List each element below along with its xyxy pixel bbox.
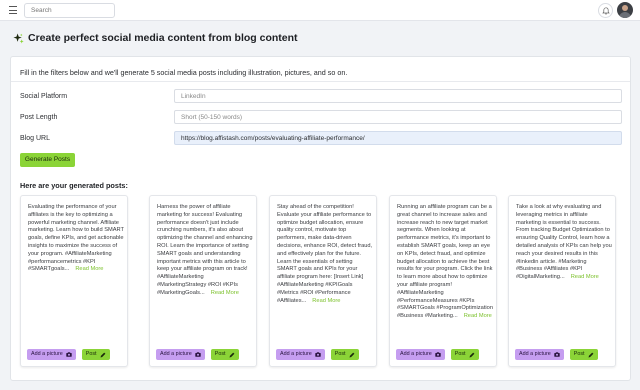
card-actions: Add a picture Post — [156, 349, 239, 360]
card-actions: Add a picture Post — [396, 349, 479, 360]
add-picture-button[interactable]: Add a picture — [515, 349, 564, 360]
url-label: Blog URL — [20, 135, 50, 142]
generator-panel: Fill in the filters below and we'll gene… — [10, 56, 631, 381]
page-title: Create perfect social media content from… — [28, 32, 298, 44]
post-text: Harness the power of affiliate marketing… — [157, 204, 253, 296]
camera-icon — [554, 352, 560, 357]
user-avatar[interactable] — [617, 2, 633, 18]
camera-icon — [66, 352, 72, 357]
add-picture-button[interactable]: Add a picture — [276, 349, 325, 360]
page-heading: Create perfect social media content from… — [13, 32, 298, 44]
notification-bell-button[interactable] — [598, 3, 613, 18]
top-bar — [0, 0, 640, 21]
divider — [11, 81, 630, 82]
pencil-icon — [588, 352, 593, 357]
read-more-link[interactable]: Read More — [211, 290, 239, 296]
post-button[interactable]: Post — [569, 349, 598, 360]
post-card: Stay ahead of the competition! Evaluate … — [269, 195, 377, 367]
post-text: Stay ahead of the competition! Evaluate … — [277, 204, 373, 304]
camera-icon — [315, 352, 321, 357]
search-input[interactable] — [24, 3, 115, 18]
card-actions: Add a picture Post — [276, 349, 359, 360]
post-button[interactable]: Post — [210, 349, 239, 360]
post-card: Running an affiliate program can be a gr… — [389, 195, 497, 367]
platform-label: Social Platform — [20, 93, 68, 100]
read-more-link[interactable]: Read More — [75, 266, 103, 272]
read-more-link[interactable]: Read More — [464, 313, 492, 319]
length-label: Post Length — [20, 114, 58, 121]
post-text: Running an affiliate program can be a gr… — [397, 204, 493, 320]
card-actions: Add a picture Post — [515, 349, 598, 360]
results-title: Here are your generated posts: — [20, 181, 128, 190]
read-more-link[interactable]: Read More — [571, 274, 599, 280]
pencil-icon — [349, 352, 354, 357]
bell-icon — [602, 7, 610, 15]
camera-icon — [195, 352, 201, 357]
add-picture-button[interactable]: Add a picture — [27, 349, 76, 360]
pencil-icon — [469, 352, 474, 357]
sparkle-icon — [13, 32, 24, 43]
generate-posts-button[interactable]: Generate Posts — [20, 153, 75, 167]
post-card: Harness the power of affiliate marketing… — [149, 195, 257, 367]
pencil-icon — [100, 352, 105, 357]
read-more-link[interactable]: Read More — [312, 298, 340, 304]
intro-text: Fill in the filters below and we'll gene… — [20, 68, 348, 77]
length-select[interactable]: Short (50-150 words) — [174, 110, 622, 124]
post-button[interactable]: Post — [450, 349, 479, 360]
pencil-icon — [229, 352, 234, 357]
camera-icon — [435, 352, 441, 357]
platform-select[interactable]: LinkedIn — [174, 89, 622, 103]
post-card: Evaluating the performance of your affil… — [20, 195, 128, 367]
add-picture-button[interactable]: Add a picture — [156, 349, 205, 360]
blog-url-input[interactable]: https://blog.affistash.com/posts/evaluat… — [174, 131, 622, 145]
card-actions: Add a picture Post — [27, 349, 110, 360]
post-card: Take a look at why evaluating and levera… — [508, 195, 616, 367]
post-text: Evaluating the performance of your affil… — [28, 204, 124, 273]
post-button[interactable]: Post — [81, 349, 110, 360]
menu-icon[interactable] — [9, 6, 17, 14]
post-button[interactable]: Post — [330, 349, 359, 360]
post-text: Take a look at why evaluating and levera… — [516, 204, 612, 281]
add-picture-button[interactable]: Add a picture — [396, 349, 445, 360]
